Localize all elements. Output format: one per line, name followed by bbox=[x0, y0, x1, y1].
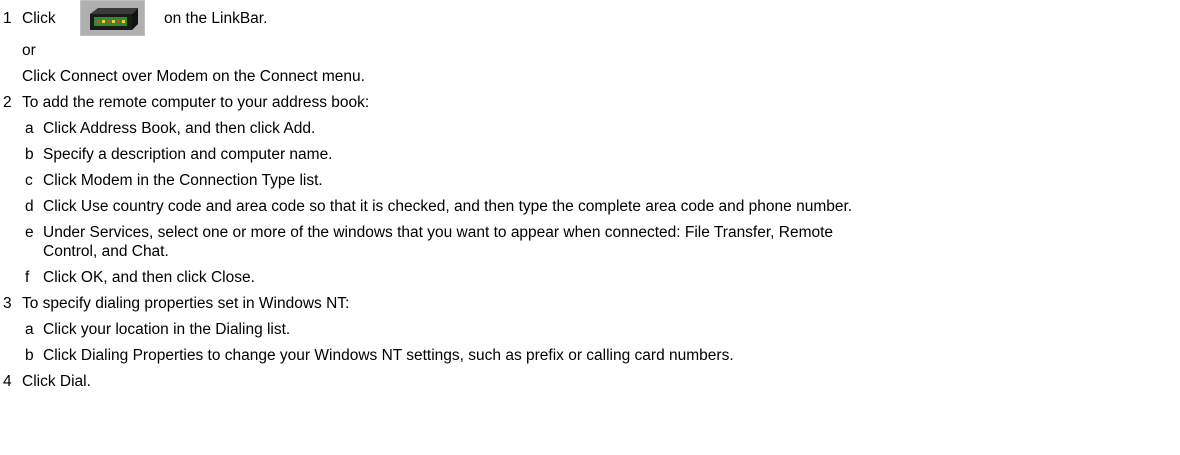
substep-continuation-text: Control, and Chat. bbox=[43, 243, 169, 260]
substep-text: Click your location in the Dialing list. bbox=[43, 321, 291, 338]
substep-text: Click Dialing Properties to change your … bbox=[43, 347, 734, 364]
substep-letter: b bbox=[25, 146, 34, 163]
step-1-alt-text: Click Connect over Modem on the Connect … bbox=[22, 68, 365, 85]
substep-letter: f bbox=[25, 269, 30, 286]
step-4-text: Click Dial. bbox=[22, 373, 91, 390]
step-3-text: To specify dialing properties set in Win… bbox=[22, 295, 350, 312]
modem-icon[interactable] bbox=[80, 0, 145, 36]
step-1-after-icon-line: on the LinkBar. bbox=[164, 8, 267, 30]
step-1-after-icon-text: on the LinkBar. bbox=[164, 10, 268, 27]
substep-letter: a bbox=[25, 120, 34, 137]
step-2-text: To add the remote computer to your addre… bbox=[22, 94, 370, 111]
document-page: 1 Click on the LinkBar. or Click Connect… bbox=[0, 0, 1180, 455]
step-number: 1 bbox=[3, 10, 12, 27]
substep-letter: a bbox=[25, 321, 34, 338]
substep-text: Click Modem in the Connection Type list. bbox=[43, 172, 323, 189]
substep-letter: b bbox=[25, 347, 34, 364]
step-number: 2 bbox=[3, 94, 12, 111]
step-number: 3 bbox=[3, 295, 12, 312]
substep-text: Click Use country code and area code so … bbox=[43, 198, 853, 215]
step-number: 4 bbox=[3, 373, 12, 390]
substep-letter: e bbox=[25, 224, 34, 241]
step-1-text: Click bbox=[22, 10, 56, 27]
substep-text: Click Address Book, and then click Add. bbox=[43, 120, 316, 137]
or-label: or bbox=[22, 42, 36, 59]
substep-text: Specify a description and computer name. bbox=[43, 146, 333, 163]
substep-text: Click OK, and then click Close. bbox=[43, 269, 255, 286]
substep-letter: d bbox=[25, 198, 34, 215]
substep-letter: c bbox=[25, 172, 33, 189]
